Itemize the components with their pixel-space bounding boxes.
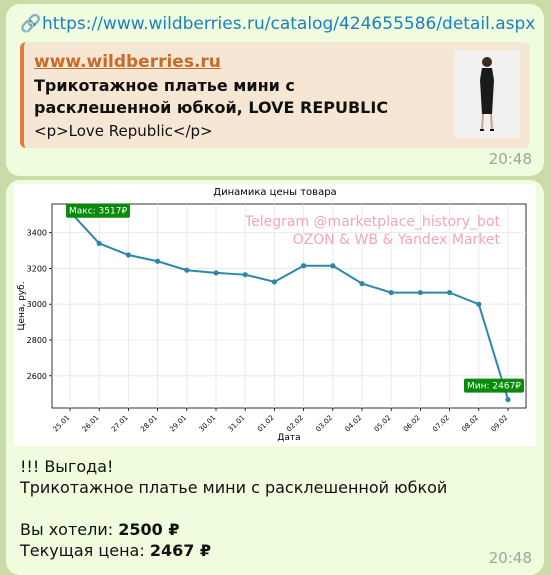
- price-point: [359, 281, 365, 287]
- message-time: 20:48: [488, 150, 532, 168]
- current-label: Текущая цена:: [20, 541, 145, 560]
- x-axis-label: Дата: [277, 433, 300, 443]
- price-point: [155, 258, 161, 264]
- url-text[interactable]: https://www.wildberries.ru/catalog/42465…: [42, 14, 535, 34]
- y-tick-label: 3000: [27, 300, 47, 309]
- price-point: [301, 263, 307, 269]
- price-point: [242, 272, 248, 278]
- x-tick-label: 05.02: [373, 414, 393, 434]
- x-tick-label: 03.02: [314, 414, 334, 434]
- message-line1: !!! Выгода!: [20, 457, 114, 476]
- y-tick-label: 2800: [27, 336, 47, 345]
- x-tick-label: 06.02: [402, 414, 422, 434]
- x-tick-label: 08.02: [460, 414, 480, 434]
- min-label-text: Мин: 2467₽: [467, 382, 521, 392]
- price-point: [125, 252, 131, 258]
- price-point: [505, 396, 511, 403]
- preview-site[interactable]: www.wildberries.ru: [34, 52, 221, 72]
- x-tick-label: 31.01: [227, 414, 247, 434]
- wanted-price-row: Вы хотели: 2500 ₽: [20, 519, 447, 540]
- message-time: 20:48: [488, 549, 532, 567]
- link-message: 🔗https://www.wildberries.ru/catalog/4246…: [6, 4, 544, 176]
- current-value: 2467 ₽: [149, 541, 212, 560]
- message-url[interactable]: 🔗https://www.wildberries.ru/catalog/4246…: [20, 14, 535, 34]
- watermark-line1: Telegram @marketplace_history_bot: [244, 214, 501, 230]
- max-label: Макс: 3517₽: [66, 203, 130, 218]
- x-tick-label: 01.02: [256, 414, 276, 434]
- preview-description: <p>Love Republic</p>: [34, 122, 213, 140]
- x-tick-label: 27.01: [110, 414, 130, 434]
- wanted-label: Вы хотели:: [20, 520, 114, 539]
- chart-svg: Динамика цены товара 2600 2800 3000 3200 340…: [17, 187, 527, 443]
- price-point: [330, 263, 336, 269]
- y-tick-label: 2600: [27, 372, 47, 381]
- preview-image[interactable]: [454, 50, 520, 138]
- y-tick-label: 3200: [27, 264, 47, 273]
- x-tick-label: 09.02: [490, 414, 510, 434]
- link-preview[interactable]: www.wildberries.ru Трикотажное платье ми…: [20, 42, 530, 148]
- message-line2: Трикотажное платье мини с расклешенной ю…: [20, 478, 448, 497]
- price-point: [447, 289, 453, 296]
- min-label: Мин: 2467₽: [464, 378, 524, 393]
- price-message: Динамика цены товара 2600 2800 3000 3200 340…: [6, 180, 544, 575]
- x-tick-label: 29.01: [168, 414, 188, 434]
- y-tick-label: 3400: [27, 229, 47, 238]
- x-tick-label: 25.01: [52, 414, 72, 434]
- x-tick-label: 26.01: [81, 414, 101, 434]
- max-label-text: Макс: 3517₽: [69, 207, 127, 217]
- price-point: [476, 301, 482, 307]
- y-ticks: 2600 2800 3000 3200 3400: [27, 229, 52, 381]
- price-point: [388, 289, 394, 296]
- x-tick-label: 28.01: [139, 414, 159, 434]
- link-icon: 🔗: [20, 14, 42, 34]
- preview-title: Трикотажное платье мини с расклешенной ю…: [34, 76, 389, 117]
- y-axis-label: Цена, руб.: [17, 281, 27, 330]
- x-tick-label: 02.02: [285, 414, 305, 434]
- price-point: [417, 289, 423, 296]
- x-ticks: 25.01 26.01 27.01 28.01 29.01 30.01 31.01 01.02…: [52, 408, 510, 434]
- price-point: [96, 240, 102, 246]
- wanted-value: 2500 ₽: [118, 520, 180, 539]
- current-price-row: Текущая цена: 2467 ₽: [20, 540, 447, 561]
- message-text: !!! Выгода! Трикотажное платье мини с ра…: [20, 456, 447, 561]
- price-point: [271, 279, 277, 285]
- price-point: [184, 267, 190, 273]
- price-chart[interactable]: Динамика цены товара 2600 2800 3000 3200 340…: [14, 184, 536, 446]
- x-tick-label: 07.02: [431, 414, 451, 434]
- x-tick-label: 04.02: [344, 414, 364, 434]
- chart-title: Динамика цены товара: [213, 187, 336, 198]
- watermark-line2: OZON & WB & Yandex Market: [293, 232, 501, 248]
- price-point: [213, 270, 219, 276]
- x-tick-label: 30.01: [198, 414, 218, 434]
